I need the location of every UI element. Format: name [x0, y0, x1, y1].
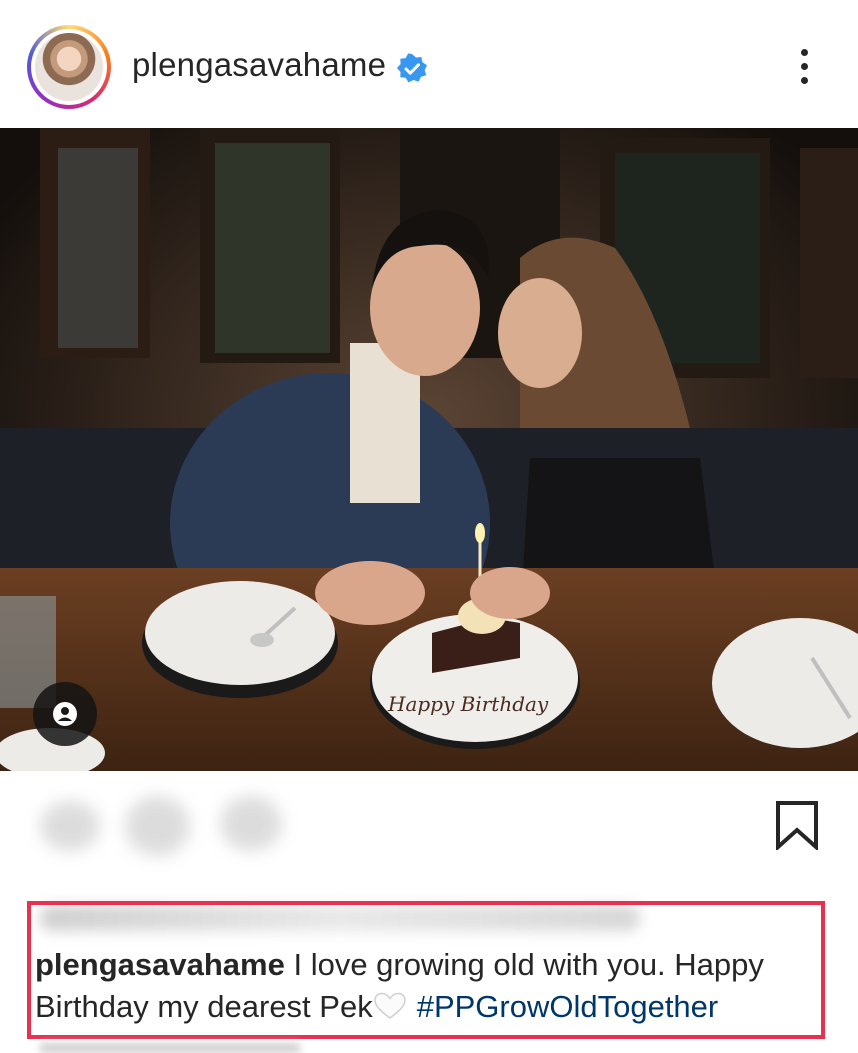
post-username[interactable]: plengasavahame: [132, 46, 386, 84]
post-photo[interactable]: Happy Birthday: [0, 128, 858, 771]
action-bar: [0, 771, 858, 891]
avatar-frame: [31, 29, 107, 105]
bookmark-icon[interactable]: [774, 800, 820, 850]
post-header: plengasavahame: [0, 0, 858, 128]
verified-badge-icon: [397, 53, 427, 83]
share-icon[interactable]: [220, 796, 282, 851]
white-heart-emoji: [373, 992, 406, 1019]
user-tag-icon[interactable]: [33, 682, 97, 746]
post-caption: plengasavahame I love growing old with y…: [35, 944, 815, 1028]
avatar[interactable]: [35, 33, 103, 101]
comment-icon[interactable]: [125, 796, 190, 856]
more-options-icon[interactable]: [790, 46, 820, 86]
caption-username[interactable]: plengasavahame: [35, 947, 285, 982]
bottom-blurred-text: [40, 1043, 300, 1053]
like-icon[interactable]: [40, 801, 100, 851]
caption-hashtag[interactable]: #PPGrowOldTogether: [417, 989, 719, 1024]
plate-text: Happy Birthday: [387, 692, 549, 716]
story-ring[interactable]: [27, 25, 111, 109]
